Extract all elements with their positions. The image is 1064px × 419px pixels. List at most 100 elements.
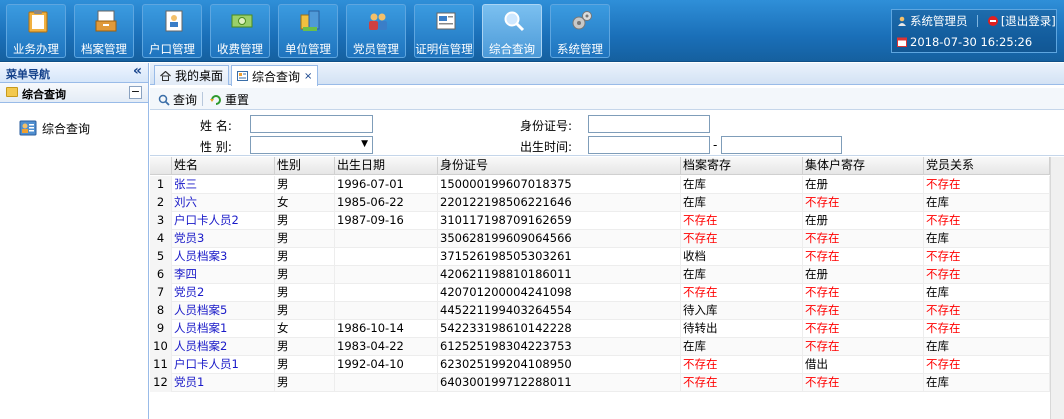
- birth-to-input[interactable]: [721, 136, 842, 154]
- table-row[interactable]: 1 张三 男 1996-07-01 150000199607018375 在库 在册 不存在: [150, 176, 1050, 194]
- cell-text: 在库: [926, 375, 949, 389]
- collapse-sidebar-button[interactable]: «: [133, 63, 142, 79]
- cell-idno: 623025199204108950: [438, 356, 681, 374]
- column-header-party[interactable]: 党员关系: [924, 157, 1050, 175]
- person-link[interactable]: 户口卡人员2: [174, 213, 239, 227]
- table-row[interactable]: 7 党员2 男 420701200004241098 不存在 不存在 在库: [150, 284, 1050, 302]
- nav-button-people[interactable]: 党员管理: [346, 4, 406, 58]
- sidebar-item-comprehensive-query[interactable]: 综合查询: [19, 119, 90, 137]
- people-icon: [367, 9, 389, 33]
- table-row[interactable]: 8 人员档案5 男 445221199403264554 待入库 不存在 不存在: [150, 302, 1050, 320]
- birth-from-input[interactable]: [588, 136, 710, 154]
- column-header-idno[interactable]: 身份证号: [438, 157, 681, 175]
- idno-input[interactable]: [588, 115, 710, 133]
- person-link[interactable]: 党员1: [174, 375, 204, 389]
- person-link[interactable]: 人员档案3: [174, 249, 227, 263]
- table-row[interactable]: 3 户口卡人员2 男 1987-09-16 310117198709162659 不存在 在…: [150, 212, 1050, 230]
- tab-home[interactable]: 我的桌面: [154, 65, 230, 85]
- cell-text: 不存在: [805, 249, 840, 263]
- cell-gender: 男: [275, 356, 335, 374]
- table-row[interactable]: 12 党员1 男 640300199712288011 不存在 不存在 在库: [150, 374, 1050, 392]
- cell-no: 3: [150, 212, 172, 230]
- cell-text: 不存在: [683, 231, 718, 245]
- name-input[interactable]: [250, 115, 373, 133]
- column-header-archive[interactable]: 档案寄存: [681, 157, 803, 175]
- nav-button-gears[interactable]: 系统管理: [550, 4, 610, 58]
- nav-button-letter[interactable]: 证明信管理: [414, 4, 474, 58]
- cell-gender: 男: [275, 338, 335, 356]
- person-link[interactable]: 党员3: [174, 231, 204, 245]
- cell-birth: [335, 302, 438, 320]
- cell-text: 待转出: [683, 321, 718, 335]
- cell-text: 男: [277, 375, 289, 389]
- nav-button-label: 单位管理: [285, 42, 331, 56]
- nav-button-organization[interactable]: 单位管理: [278, 4, 338, 58]
- person-link[interactable]: 党员2: [174, 285, 204, 299]
- nav-button-household-register[interactable]: 户口管理: [142, 4, 202, 58]
- person-link[interactable]: 张三: [174, 177, 197, 191]
- person-link[interactable]: 人员档案1: [174, 321, 227, 335]
- group-toggle-button[interactable]: −: [129, 86, 142, 99]
- cell-text: 420701200004241098: [440, 285, 572, 299]
- cell-birth: 1985-06-22: [335, 194, 438, 212]
- column-header-birth[interactable]: 出生日期: [335, 157, 438, 175]
- cell-collective: 在册: [803, 266, 924, 284]
- reset-button[interactable]: 重置: [210, 91, 249, 108]
- person-link[interactable]: 户口卡人员1: [174, 357, 239, 371]
- cell-birth: 1987-09-16: [335, 212, 438, 230]
- column-header-gender[interactable]: 性别: [275, 157, 335, 175]
- cell-archive: 在库: [681, 338, 803, 356]
- nav-button-money[interactable]: 收费管理: [210, 4, 270, 58]
- cell-text: 不存在: [926, 321, 961, 335]
- cell-name: 户口卡人员2: [172, 212, 275, 230]
- cell-no: 6: [150, 266, 172, 284]
- cell-text: 在库: [926, 231, 949, 245]
- cell-party: 不存在: [924, 212, 1050, 230]
- logout-link[interactable]: [退出登录]: [987, 14, 1056, 28]
- column-header-name[interactable]: 姓名: [172, 157, 275, 175]
- cell-name: 人员档案3: [172, 248, 275, 266]
- home-icon: [160, 70, 171, 81]
- table-row[interactable]: 9 人员档案1 女 1986-10-14 542233198610142228 待转出 不存…: [150, 320, 1050, 338]
- cell-text: 1983-04-22: [337, 339, 404, 353]
- cell-text: 1992-04-10: [337, 357, 404, 371]
- cell-name: 人员档案5: [172, 302, 275, 320]
- person-link[interactable]: 人员档案2: [174, 339, 227, 353]
- cell-text: 借出: [805, 357, 828, 371]
- tab-comprehensive-query[interactable]: 综合查询 ×: [231, 65, 319, 86]
- cell-party: 不存在: [924, 248, 1050, 266]
- gender-select[interactable]: ▼: [250, 136, 373, 154]
- cell-text: 623025199204108950: [440, 357, 572, 371]
- cell-no: 4: [150, 230, 172, 248]
- sidebar-group-header[interactable]: 综合查询 −: [0, 83, 148, 103]
- cell-party: 不存在: [924, 266, 1050, 284]
- person-link[interactable]: 人员档案5: [174, 303, 227, 317]
- nav-button-archive[interactable]: 档案管理: [74, 4, 134, 58]
- table-row[interactable]: 2 刘六 女 1985-06-22 220122198506221646 在库 不存在 在库: [150, 194, 1050, 212]
- cell-text: 1996-07-01: [337, 177, 404, 191]
- table-row[interactable]: 5 人员档案3 男 371526198505303261 收档 不存在 不存在: [150, 248, 1050, 266]
- table-row[interactable]: 10 人员档案2 男 1983-04-22 612525198304223753 在库 不存…: [150, 338, 1050, 356]
- table-row[interactable]: 6 李四 男 420621198810186011 在库 在册 不存在: [150, 266, 1050, 284]
- cell-gender: 男: [275, 374, 335, 392]
- table-row[interactable]: 11 户口卡人员1 男 1992-04-10 623025199204108950 不存在…: [150, 356, 1050, 374]
- person-link[interactable]: 刘六: [174, 195, 197, 209]
- table-row[interactable]: 4 党员3 男 350628199609064566 不存在 不存在 在库: [150, 230, 1050, 248]
- nav-button-search[interactable]: 综合查询: [482, 4, 542, 58]
- nav-button-clipboard[interactable]: 业务办理: [6, 4, 66, 58]
- cell-text: 8: [156, 303, 165, 317]
- cell-idno: 445221199403264554: [438, 302, 681, 320]
- cell-gender: 男: [275, 284, 335, 302]
- cell-archive: 不存在: [681, 284, 803, 302]
- cell-text: 在库: [926, 195, 949, 209]
- cell-party: 在库: [924, 338, 1050, 356]
- person-link[interactable]: 李四: [174, 267, 197, 281]
- column-header-collective[interactable]: 集体户寄存: [803, 157, 924, 175]
- close-tab-icon[interactable]: ×: [304, 71, 312, 82]
- user-name: 系统管理员: [910, 14, 968, 28]
- form-icon: [237, 71, 248, 81]
- cell-text: 不存在: [805, 303, 840, 317]
- cell-text: 待入库: [683, 303, 718, 317]
- grid-scrollbar[interactable]: [1050, 157, 1064, 419]
- query-button[interactable]: 查询: [158, 91, 197, 108]
